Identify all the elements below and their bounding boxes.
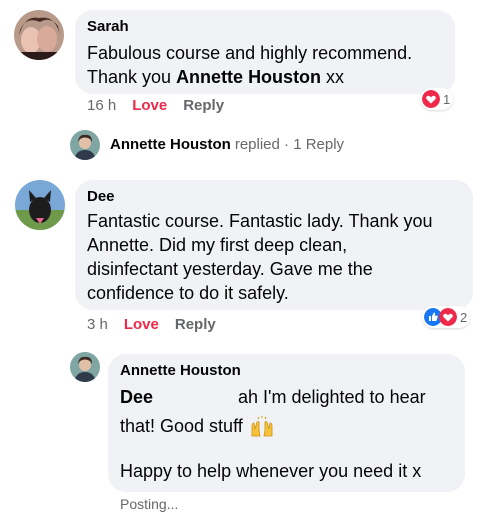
comment-text-line: Thank you Annette Houston xx xyxy=(87,65,443,89)
comment-text: Dee ah I'm delighted to hear that! Good s… xyxy=(120,383,453,486)
comment-text-part: xx xyxy=(321,67,345,87)
reply-button[interactable]: Reply xyxy=(175,316,216,333)
mention-dee[interactable]: Dee xyxy=(120,387,153,407)
avatar-annette-houston[interactable] xyxy=(70,130,100,160)
raising-hands-emoji xyxy=(251,415,273,436)
love-reaction-icon xyxy=(439,308,457,326)
comment-text: Fantastic course. Fantastic lady. Thank … xyxy=(87,209,461,305)
reply-button[interactable]: Reply xyxy=(183,97,224,114)
comment-text-part: Thank you xyxy=(87,67,177,87)
comment-text-line: Fabulous course and highly recommend. xyxy=(87,43,413,63)
comment-time[interactable]: 3 h xyxy=(87,316,108,333)
reaction-count: 2 xyxy=(460,309,468,325)
love-reaction-icon xyxy=(422,90,440,108)
avatar-annette-houston[interactable] xyxy=(70,352,100,382)
mention-annette-houston[interactable]: Annette Houston xyxy=(176,67,321,87)
comment-text: Fabulous course and highly recommend. Th… xyxy=(87,41,443,89)
comment-meta: 16 h Love Reply xyxy=(87,97,224,114)
replied-author[interactable]: Annette Houston xyxy=(110,136,231,153)
comment-text-line: Fantastic course. Fantastic lady. Thank … xyxy=(87,211,433,231)
comment-text-part: that! Good stuff xyxy=(120,416,243,436)
comment-author[interactable]: Annette Houston xyxy=(120,362,453,379)
comment-author[interactable]: Dee xyxy=(87,188,461,205)
reaction-summary[interactable]: 2 xyxy=(422,306,471,328)
comment-bubble-dee: Dee Fantastic course. Fantastic lady. Th… xyxy=(75,180,473,310)
love-button[interactable]: Love xyxy=(124,316,159,333)
replied-text: replied · 1 Reply xyxy=(234,136,345,153)
comment-text-line: Annette. Did my first deep clean, xyxy=(87,235,348,255)
view-replies-link[interactable]: Annette Houston replied · 1 Reply xyxy=(110,136,344,153)
avatar-dee[interactable] xyxy=(15,180,65,230)
comment-bubble-sarah: Sarah Fabulous course and highly recomme… xyxy=(75,10,455,94)
comment-text-part: ah I'm delighted to hear xyxy=(238,387,426,407)
comment-text-line: Dee ah I'm delighted to hear xyxy=(120,383,453,412)
comment-author[interactable]: Sarah xyxy=(87,18,443,35)
comment-text-line: disinfectant yesterday. Gave me the xyxy=(87,259,373,279)
avatar-sarah[interactable] xyxy=(14,10,64,60)
comment-time[interactable]: 16 h xyxy=(87,97,116,114)
reaction-summary[interactable]: 1 xyxy=(420,88,454,110)
posting-status: Posting... xyxy=(120,496,179,512)
reply-bubble-annette: Annette Houston Dee ah I'm delighted to h… xyxy=(108,354,465,492)
reaction-count: 1 xyxy=(443,91,451,107)
comment-text-line: that! Good stuff xyxy=(120,412,453,441)
comment-text-line: Happy to help whenever you need it x xyxy=(120,461,422,481)
love-button[interactable]: Love xyxy=(132,97,167,114)
comment-text-line: confidence to do it safely. xyxy=(87,283,289,303)
comment-meta: 3 h Love Reply xyxy=(87,316,216,333)
comment-text-line xyxy=(120,441,453,457)
